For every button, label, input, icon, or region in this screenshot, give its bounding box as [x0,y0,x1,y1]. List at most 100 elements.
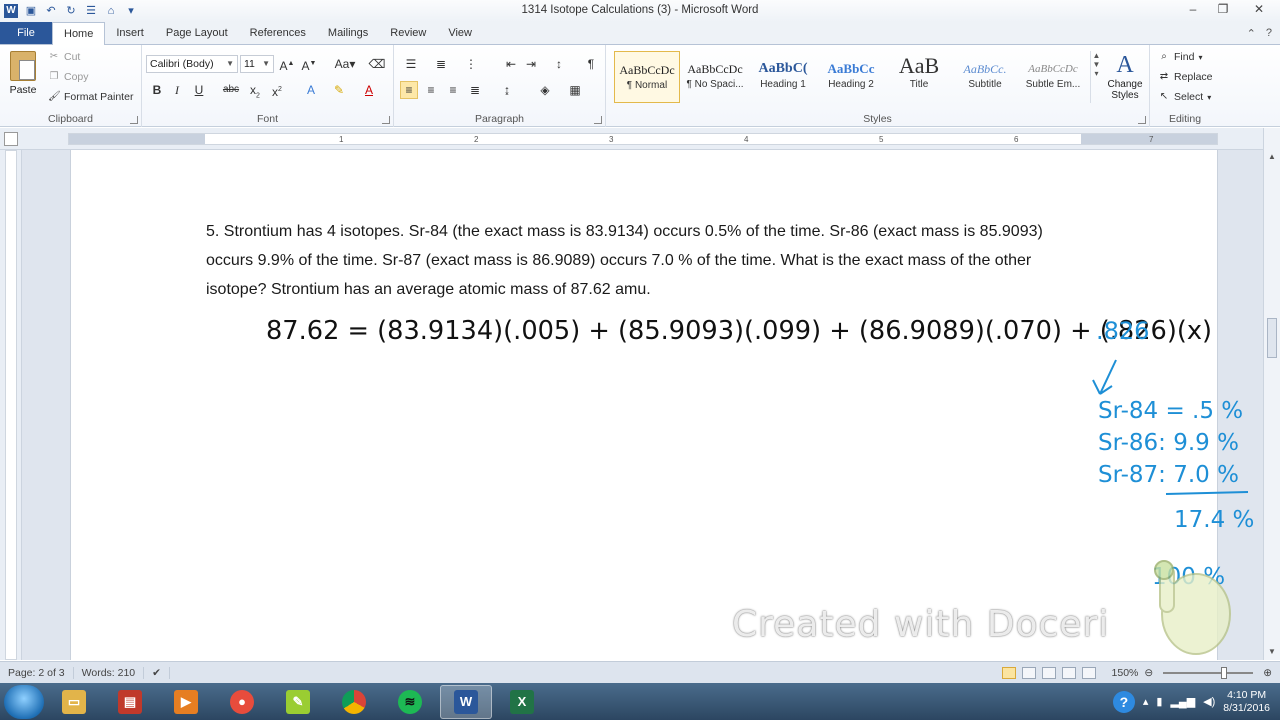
volume-icon[interactable]: ◀) [1203,695,1215,708]
taskbar-app-5[interactable]: ✎ [272,685,324,719]
taskbar-excel[interactable]: X [496,685,548,719]
list-icon[interactable]: ☰ [84,4,98,18]
taskbar-chrome[interactable] [328,685,380,719]
shrink-font-icon[interactable]: A▼ [300,55,318,73]
web-layout-view-button[interactable] [1041,666,1056,679]
highlight-icon[interactable]: ✎ [330,81,348,99]
strikethrough-icon[interactable]: abc [222,81,240,99]
scroll-down-icon[interactable]: ▼ [1264,647,1280,656]
print-layout-view-button[interactable] [1001,666,1016,679]
taskbar-app-4[interactable]: ● [216,685,268,719]
change-styles-button[interactable]: A Change Styles [1104,51,1146,107]
open-icon[interactable]: ⌂ [104,4,118,18]
word-logo-icon[interactable]: W [4,4,18,18]
maximize-button[interactable]: ❐ [1208,0,1238,20]
page-count[interactable]: Page: 2 of 3 [0,666,74,679]
minimize-button[interactable]: – [1178,0,1208,20]
align-right-icon[interactable]: ≡ [444,81,462,99]
style-heading-1[interactable]: AaBbC( Heading 1 [750,51,816,103]
change-case-icon[interactable]: Aa▾ [332,55,358,73]
superscript-icon[interactable]: x2 [268,81,286,99]
styles-launcher-icon[interactable] [1138,116,1146,124]
line-spacing-icon[interactable]: ↨ [498,81,516,99]
clipboard-launcher-icon[interactable] [130,116,138,124]
replace-button[interactable]: ⇄ Replace [1158,71,1213,83]
start-button[interactable] [4,684,44,719]
scroll-thumb[interactable] [1267,318,1277,358]
font-size-combo[interactable]: 11 ▼ [240,55,274,73]
shading-icon[interactable]: ◈ [536,81,554,99]
style-no-spacing[interactable]: AaBbCcDc ¶ No Spaci... [682,51,748,103]
style-normal[interactable]: AaBbCcDc ¶ Normal [614,51,680,103]
tab-insert[interactable]: Insert [105,22,155,44]
find-button[interactable]: ⌕ Find ▾ [1158,51,1202,63]
copy-button[interactable]: ❐ Copy [48,71,89,83]
zoom-out-icon[interactable]: ⊖ [1144,667,1153,679]
align-center-icon[interactable]: ≡ [422,81,440,99]
zoom-level[interactable]: 150% [1112,667,1139,679]
tab-mailings[interactable]: Mailings [317,22,379,44]
cut-button[interactable]: ✂ Cut [48,51,81,63]
bold-icon[interactable]: B [148,81,166,99]
increase-indent-icon[interactable]: ⇥ [522,55,540,73]
taskbar-word[interactable]: W [440,684,492,719]
font-name-combo[interactable]: Calibri (Body) ▼ [146,55,238,73]
draft-view-button[interactable] [1081,666,1096,679]
justify-icon[interactable]: ≣ [466,81,484,99]
full-screen-view-button[interactable] [1021,666,1036,679]
tab-selector[interactable] [4,132,18,146]
taskbar-spotify[interactable]: ≋ [384,685,436,719]
sort-icon[interactable]: ↕ [550,55,568,73]
undo-icon[interactable]: ↶ [44,4,58,18]
minimize-ribbon-icon[interactable]: ⌃ [1247,27,1256,40]
signal-icon[interactable]: ▂▄▆ [1170,695,1195,708]
font-launcher-icon[interactable] [382,116,390,124]
decrease-indent-icon[interactable]: ⇤ [502,55,520,73]
underline-icon[interactable]: U [190,81,208,99]
customize-qat-icon[interactable]: ▾ [124,4,138,18]
style-title[interactable]: AaB Title [886,51,952,103]
redo-icon[interactable]: ↻ [64,4,78,18]
paragraph-launcher-icon[interactable] [594,116,602,124]
tab-page-layout[interactable]: Page Layout [155,22,239,44]
help-icon[interactable]: ? [1266,27,1272,39]
close-button[interactable]: ✕ [1238,0,1280,20]
vertical-scrollbar[interactable]: ▲ ▼ [1263,128,1280,660]
numbering-icon[interactable]: ≣ [432,55,450,73]
taskbar-explorer[interactable]: ▭ [48,685,100,719]
style-subtle-emphasis[interactable]: AaBbCcDc Subtle Em... [1020,51,1086,103]
word-count[interactable]: Words: 210 [74,666,145,679]
text-effects-icon[interactable]: A [302,81,320,99]
save-icon[interactable]: ▣ [24,4,38,18]
show-formatting-icon[interactable]: ¶ [582,55,600,73]
zoom-slider[interactable] [1163,666,1254,679]
tab-view[interactable]: View [437,22,483,44]
multilevel-list-icon[interactable]: ⋮ [462,55,480,73]
bullets-icon[interactable]: ☰ [402,55,420,73]
help-icon[interactable]: ? [1112,690,1135,713]
tab-references[interactable]: References [239,22,317,44]
format-painter-button[interactable]: 🖌 Format Painter [48,91,133,103]
tab-file[interactable]: File [0,22,52,44]
borders-icon[interactable]: ▦ [566,81,584,99]
grow-font-icon[interactable]: A▲ [278,55,296,73]
tab-home[interactable]: Home [52,22,106,46]
paste-button[interactable]: Paste [6,51,40,105]
style-subtitle[interactable]: AaBbCc. Subtitle [952,51,1018,103]
styles-gallery-scroll[interactable]: ▲ ▼ ▾ [1090,51,1102,103]
scroll-up-icon[interactable]: ▲ [1264,152,1280,161]
zoom-in-icon[interactable]: ⊕ [1263,667,1272,679]
proofing-icon[interactable]: ✔ [144,666,170,679]
tab-review[interactable]: Review [379,22,437,44]
vertical-ruler[interactable] [0,150,22,660]
clear-formatting-icon[interactable]: ⌫ [368,55,386,73]
style-heading-2[interactable]: AaBbCc Heading 2 [818,51,884,103]
battery-icon[interactable]: ▮ [1156,695,1162,708]
align-left-icon[interactable]: ≡ [400,81,418,99]
font-color-icon[interactable]: A [360,81,378,99]
clock[interactable]: 4:10 PM 8/31/2016 [1223,689,1270,715]
horizontal-ruler[interactable]: 1 2 3 4 5 6 7 [68,133,1218,145]
show-hidden-icons-icon[interactable]: ▴ [1143,695,1149,708]
outline-view-button[interactable] [1061,666,1076,679]
italic-icon[interactable]: I [168,81,186,99]
